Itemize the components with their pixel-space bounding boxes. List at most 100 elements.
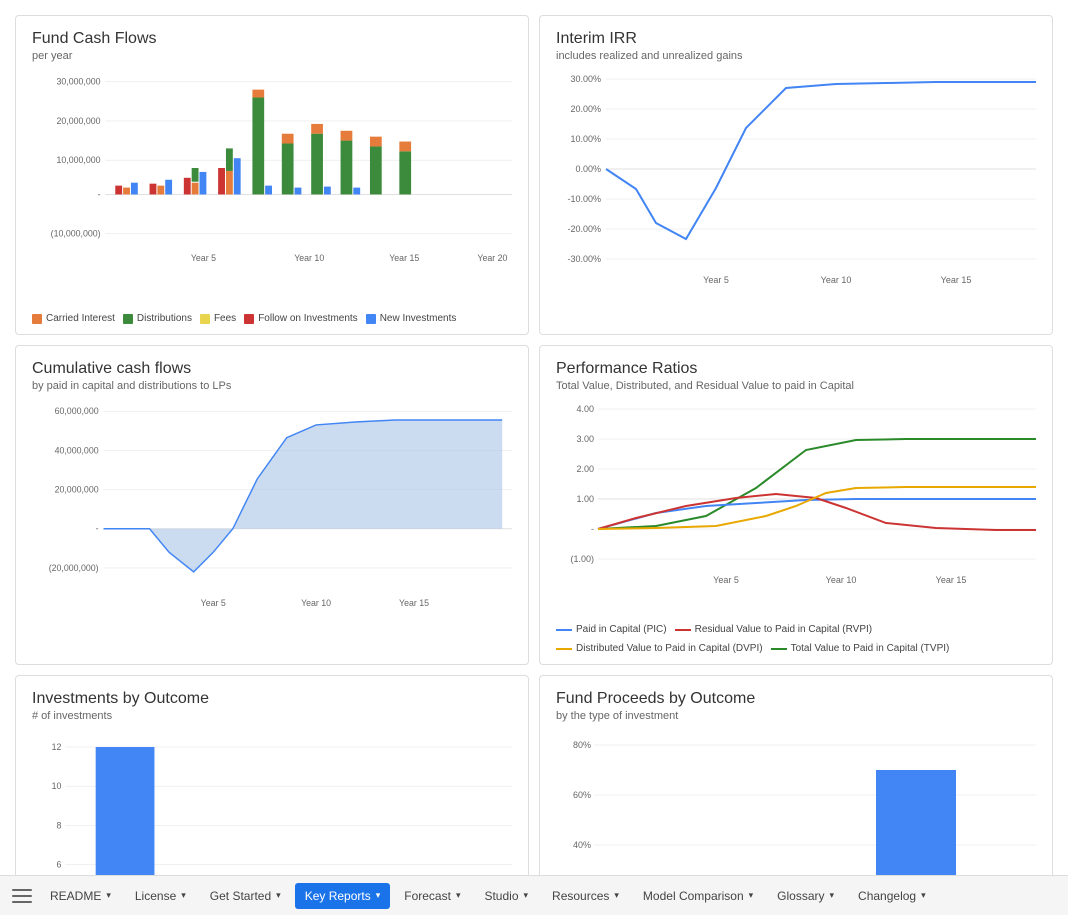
svg-text:Year 15: Year 15 [936, 575, 967, 585]
fund-proceeds-outcome-chart: 80% 60% 40% [556, 728, 1036, 875]
investments-outcome-subtitle: # of investments [32, 710, 512, 722]
svg-text:4.00: 4.00 [576, 404, 594, 414]
nav-item-studio[interactable]: Studio ▾ [474, 883, 538, 909]
cumulative-cf-title: Cumulative cash flows [32, 360, 512, 378]
svg-text:-: - [98, 189, 101, 199]
svg-text:Year 15: Year 15 [399, 598, 429, 608]
svg-text:-10.00%: -10.00% [567, 194, 601, 204]
svg-text:Year 5: Year 5 [703, 275, 729, 285]
svg-text:Year 5: Year 5 [191, 253, 216, 263]
chevron-icon: ▾ [376, 890, 381, 901]
cumulative-cash-flows-card: Cumulative cash flows by paid in capital… [15, 345, 529, 665]
svg-text:Year 20: Year 20 [477, 253, 507, 263]
svg-text:30.00%: 30.00% [570, 74, 601, 84]
svg-text:Year 15: Year 15 [389, 253, 419, 263]
chevron-icon: ▾ [921, 890, 926, 901]
nav-item-changelog[interactable]: Changelog ▾ [848, 883, 936, 909]
legend-fees: Fees [200, 313, 236, 324]
svg-text:0.00%: 0.00% [575, 164, 601, 174]
legend-carried-interest: Carried Interest [32, 313, 115, 324]
svg-text:-20.00%: -20.00% [567, 224, 601, 234]
svg-text:40%: 40% [573, 840, 591, 850]
chevron-icon: ▾ [524, 890, 529, 901]
svg-text:(20,000,000): (20,000,000) [49, 563, 99, 573]
fund-proceeds-outcome-subtitle: by the type of investment [556, 710, 1036, 722]
nav-item-glossary[interactable]: Glossary ▾ [767, 883, 844, 909]
fund-cash-flows-card: Fund Cash Flows per year 30,000,000 20,0… [15, 15, 529, 335]
svg-text:20,000,000: 20,000,000 [55, 485, 99, 495]
legend-dvpi: Distributed Value to Paid in Capital (DV… [556, 643, 763, 654]
svg-text:-30.00%: -30.00% [567, 254, 601, 264]
svg-text:60,000,000: 60,000,000 [55, 406, 99, 416]
performance-ratios-card: Performance Ratios Total Value, Distribu… [539, 345, 1053, 665]
interim-irr-title: Interim IRR [556, 30, 1036, 48]
svg-text:10: 10 [52, 781, 62, 791]
svg-text:40,000,000: 40,000,000 [55, 445, 99, 455]
svg-text:80%: 80% [573, 740, 591, 750]
cumulative-cf-chart: 60,000,000 40,000,000 20,000,000 - (20,0… [32, 398, 512, 654]
nav-item-key-reports[interactable]: Key Reports ▾ [295, 883, 391, 909]
fund-cash-flows-legend: Carried Interest Distributions Fees Foll… [32, 313, 512, 324]
svg-text:30,000,000: 30,000,000 [57, 77, 101, 87]
legend-distributions: Distributions [123, 313, 192, 324]
svg-text:2.00: 2.00 [576, 464, 594, 474]
fund-proceeds-outcome-title: Fund Proceeds by Outcome [556, 690, 1036, 708]
interim-irr-chart: 30.00% 20.00% 10.00% 0.00% -10.00% -20.0… [556, 68, 1036, 324]
svg-text:60%: 60% [573, 790, 591, 800]
svg-text:(1.00): (1.00) [570, 554, 594, 564]
svg-text:20,000,000: 20,000,000 [57, 116, 101, 126]
svg-text:-: - [591, 524, 594, 534]
svg-text:Year 10: Year 10 [826, 575, 857, 585]
chevron-icon: ▾ [106, 890, 111, 901]
svg-text:Year 15: Year 15 [941, 275, 972, 285]
legend-rvpi: Residual Value to Paid in Capital (RVPI) [675, 624, 873, 635]
svg-text:Year 10: Year 10 [821, 275, 852, 285]
fund-cash-flows-subtitle: per year [32, 50, 512, 62]
chevron-icon: ▾ [749, 890, 754, 901]
chevron-icon: ▾ [181, 890, 186, 901]
performance-ratios-chart: 4.00 3.00 2.00 1.00 - (1.00) [556, 398, 1036, 622]
fund-cash-flows-chart: 30,000,000 20,000,000 10,000,000 - (10,0… [32, 68, 512, 309]
svg-text:12: 12 [52, 742, 62, 752]
svg-text:Year 5: Year 5 [201, 598, 226, 608]
bottom-nav: README ▾ License ▾ Get Started ▾ Key Rep… [0, 875, 1068, 915]
legend-new-investments: New Investments [366, 313, 457, 324]
svg-text:10,000,000: 10,000,000 [57, 155, 101, 165]
svg-text:3.00: 3.00 [576, 434, 594, 444]
chevron-icon: ▾ [456, 890, 461, 901]
nav-item-readme[interactable]: README ▾ [40, 883, 121, 909]
chevron-icon: ▾ [830, 890, 835, 901]
svg-text:8: 8 [56, 820, 61, 830]
legend-tvpi: Total Value to Paid in Capital (TVPI) [771, 643, 950, 654]
performance-ratios-legend: Paid in Capital (PIC) Residual Value to … [556, 624, 1036, 654]
main-content: Fund Cash Flows per year 30,000,000 20,0… [0, 0, 1068, 875]
investments-outcome-chart: 12 10 8 6 4 [32, 728, 512, 875]
svg-text:Year 10: Year 10 [294, 253, 324, 263]
svg-text:1.00: 1.00 [576, 494, 594, 504]
performance-ratios-subtitle: Total Value, Distributed, and Residual V… [556, 380, 1036, 392]
svg-text:20.00%: 20.00% [570, 104, 601, 114]
interim-irr-subtitle: includes realized and unrealized gains [556, 50, 1036, 62]
performance-ratios-title: Performance Ratios [556, 360, 1036, 378]
cumulative-cf-subtitle: by paid in capital and distributions to … [32, 380, 512, 392]
fund-cash-flows-title: Fund Cash Flows [32, 30, 512, 48]
investments-outcome-card: Investments by Outcome # of investments … [15, 675, 529, 875]
nav-item-get-started[interactable]: Get Started ▾ [200, 883, 291, 909]
legend-follow-on: Follow on Investments [244, 313, 358, 324]
svg-text:Year 10: Year 10 [301, 598, 331, 608]
svg-text:10.00%: 10.00% [570, 134, 601, 144]
nav-item-license[interactable]: License ▾ [125, 883, 196, 909]
nav-item-resources[interactable]: Resources ▾ [542, 883, 629, 909]
svg-text:(10,000,000): (10,000,000) [51, 229, 101, 239]
interim-irr-card: Interim IRR includes realized and unreal… [539, 15, 1053, 335]
nav-item-forecast[interactable]: Forecast ▾ [394, 883, 470, 909]
chevron-icon: ▾ [614, 890, 619, 901]
investments-outcome-title: Investments by Outcome [32, 690, 512, 708]
legend-pic: Paid in Capital (PIC) [556, 624, 667, 635]
svg-text:6: 6 [56, 859, 61, 869]
fund-proceeds-outcome-card: Fund Proceeds by Outcome by the type of … [539, 675, 1053, 875]
chevron-icon: ▾ [276, 890, 281, 901]
nav-item-model-comparison[interactable]: Model Comparison ▾ [633, 883, 763, 909]
hamburger-menu[interactable] [8, 882, 36, 910]
svg-text:-: - [96, 524, 99, 534]
